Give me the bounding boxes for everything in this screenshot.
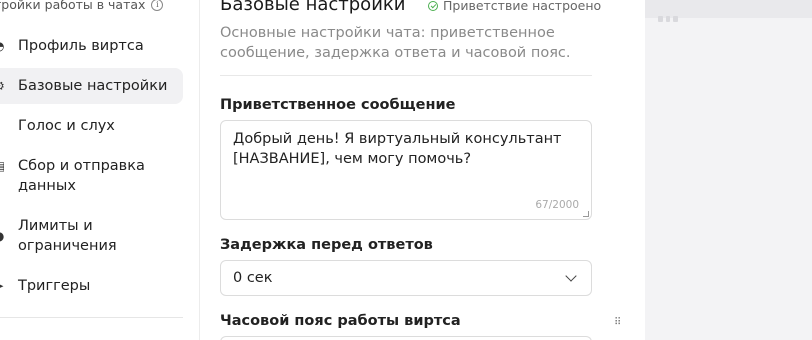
drag-handle-icon[interactable]: ⠿ <box>614 318 622 328</box>
sidebar-item-triggers[interactable]: ➤ Триггеры <box>0 274 183 300</box>
sidebar-item-label: Базовые настройки <box>18 78 168 94</box>
preview-placeholder <box>658 16 679 22</box>
sidebar-item-label: Голос и слух <box>18 118 115 134</box>
check-circle-icon <box>428 0 438 11</box>
sidebar-item-label: Лимиты и ограничения <box>18 218 117 254</box>
limits-icon: ◑ <box>0 229 4 243</box>
sidebar-item-voice[interactable]: ◖ Голос и слух <box>0 114 183 140</box>
greeting-text: Добрый день! Я виртуальный консультант [… <box>233 131 562 167</box>
sidebar-item-profile[interactable]: ◔ Профиль виртса <box>0 34 183 60</box>
trigger-icon: ➤ <box>0 279 4 293</box>
sidebar-item-basic-settings[interactable]: ⚙ Базовые настройки <box>0 68 183 104</box>
status-badge: Приветствие настроено <box>428 0 601 13</box>
preview-panel <box>645 0 812 340</box>
sidebar-header-label: тройки работы в чатах <box>0 0 146 12</box>
main-panel: Базовые настройки Приветствие настроено … <box>200 0 618 340</box>
sidebar-item-limits[interactable]: ◑ Лимиты и ограничения <box>0 214 183 258</box>
delay-select[interactable]: 0 сек <box>220 260 592 296</box>
timezone-select[interactable] <box>220 336 592 340</box>
data-icon: ▤ <box>0 159 4 173</box>
settings-icon: ⚙ <box>0 79 4 93</box>
char-counter: 67/2000 <box>535 199 579 211</box>
info-icon[interactable]: i <box>151 0 164 11</box>
sidebar-header: тройки работы в чатах i <box>0 0 164 12</box>
profile-icon: ◔ <box>0 39 4 53</box>
sidebar-item-label: Сбор и отправка данных <box>18 158 145 194</box>
status-text: Приветствие настроено <box>443 0 602 13</box>
page-title: Базовые настройки <box>220 0 406 15</box>
delay-value: 0 сек <box>233 270 273 286</box>
chevron-down-icon <box>565 270 577 282</box>
sidebar-item-data[interactable]: ▤ Сбор и отправка данных <box>0 154 183 198</box>
section-divider <box>220 75 592 76</box>
resize-handle-icon[interactable] <box>583 211 589 217</box>
page-description: Основные настройки чата: приветственное … <box>220 25 571 61</box>
sidebar: тройки работы в чатах i ◔ Профиль виртса… <box>0 0 200 340</box>
greeting-label: Приветственное сообщение <box>220 97 456 113</box>
sidebar-divider <box>0 317 183 318</box>
timezone-label: Часовой пояс работы виртса <box>220 313 461 329</box>
delay-label: Задержка перед ответов <box>220 237 433 253</box>
greeting-textarea[interactable]: Добрый день! Я виртуальный консультант [… <box>220 120 592 220</box>
voice-icon: ◖ <box>0 119 4 133</box>
sidebar-item-label: Триггеры <box>18 278 91 294</box>
sidebar-item-label: Профиль виртса <box>18 38 144 54</box>
